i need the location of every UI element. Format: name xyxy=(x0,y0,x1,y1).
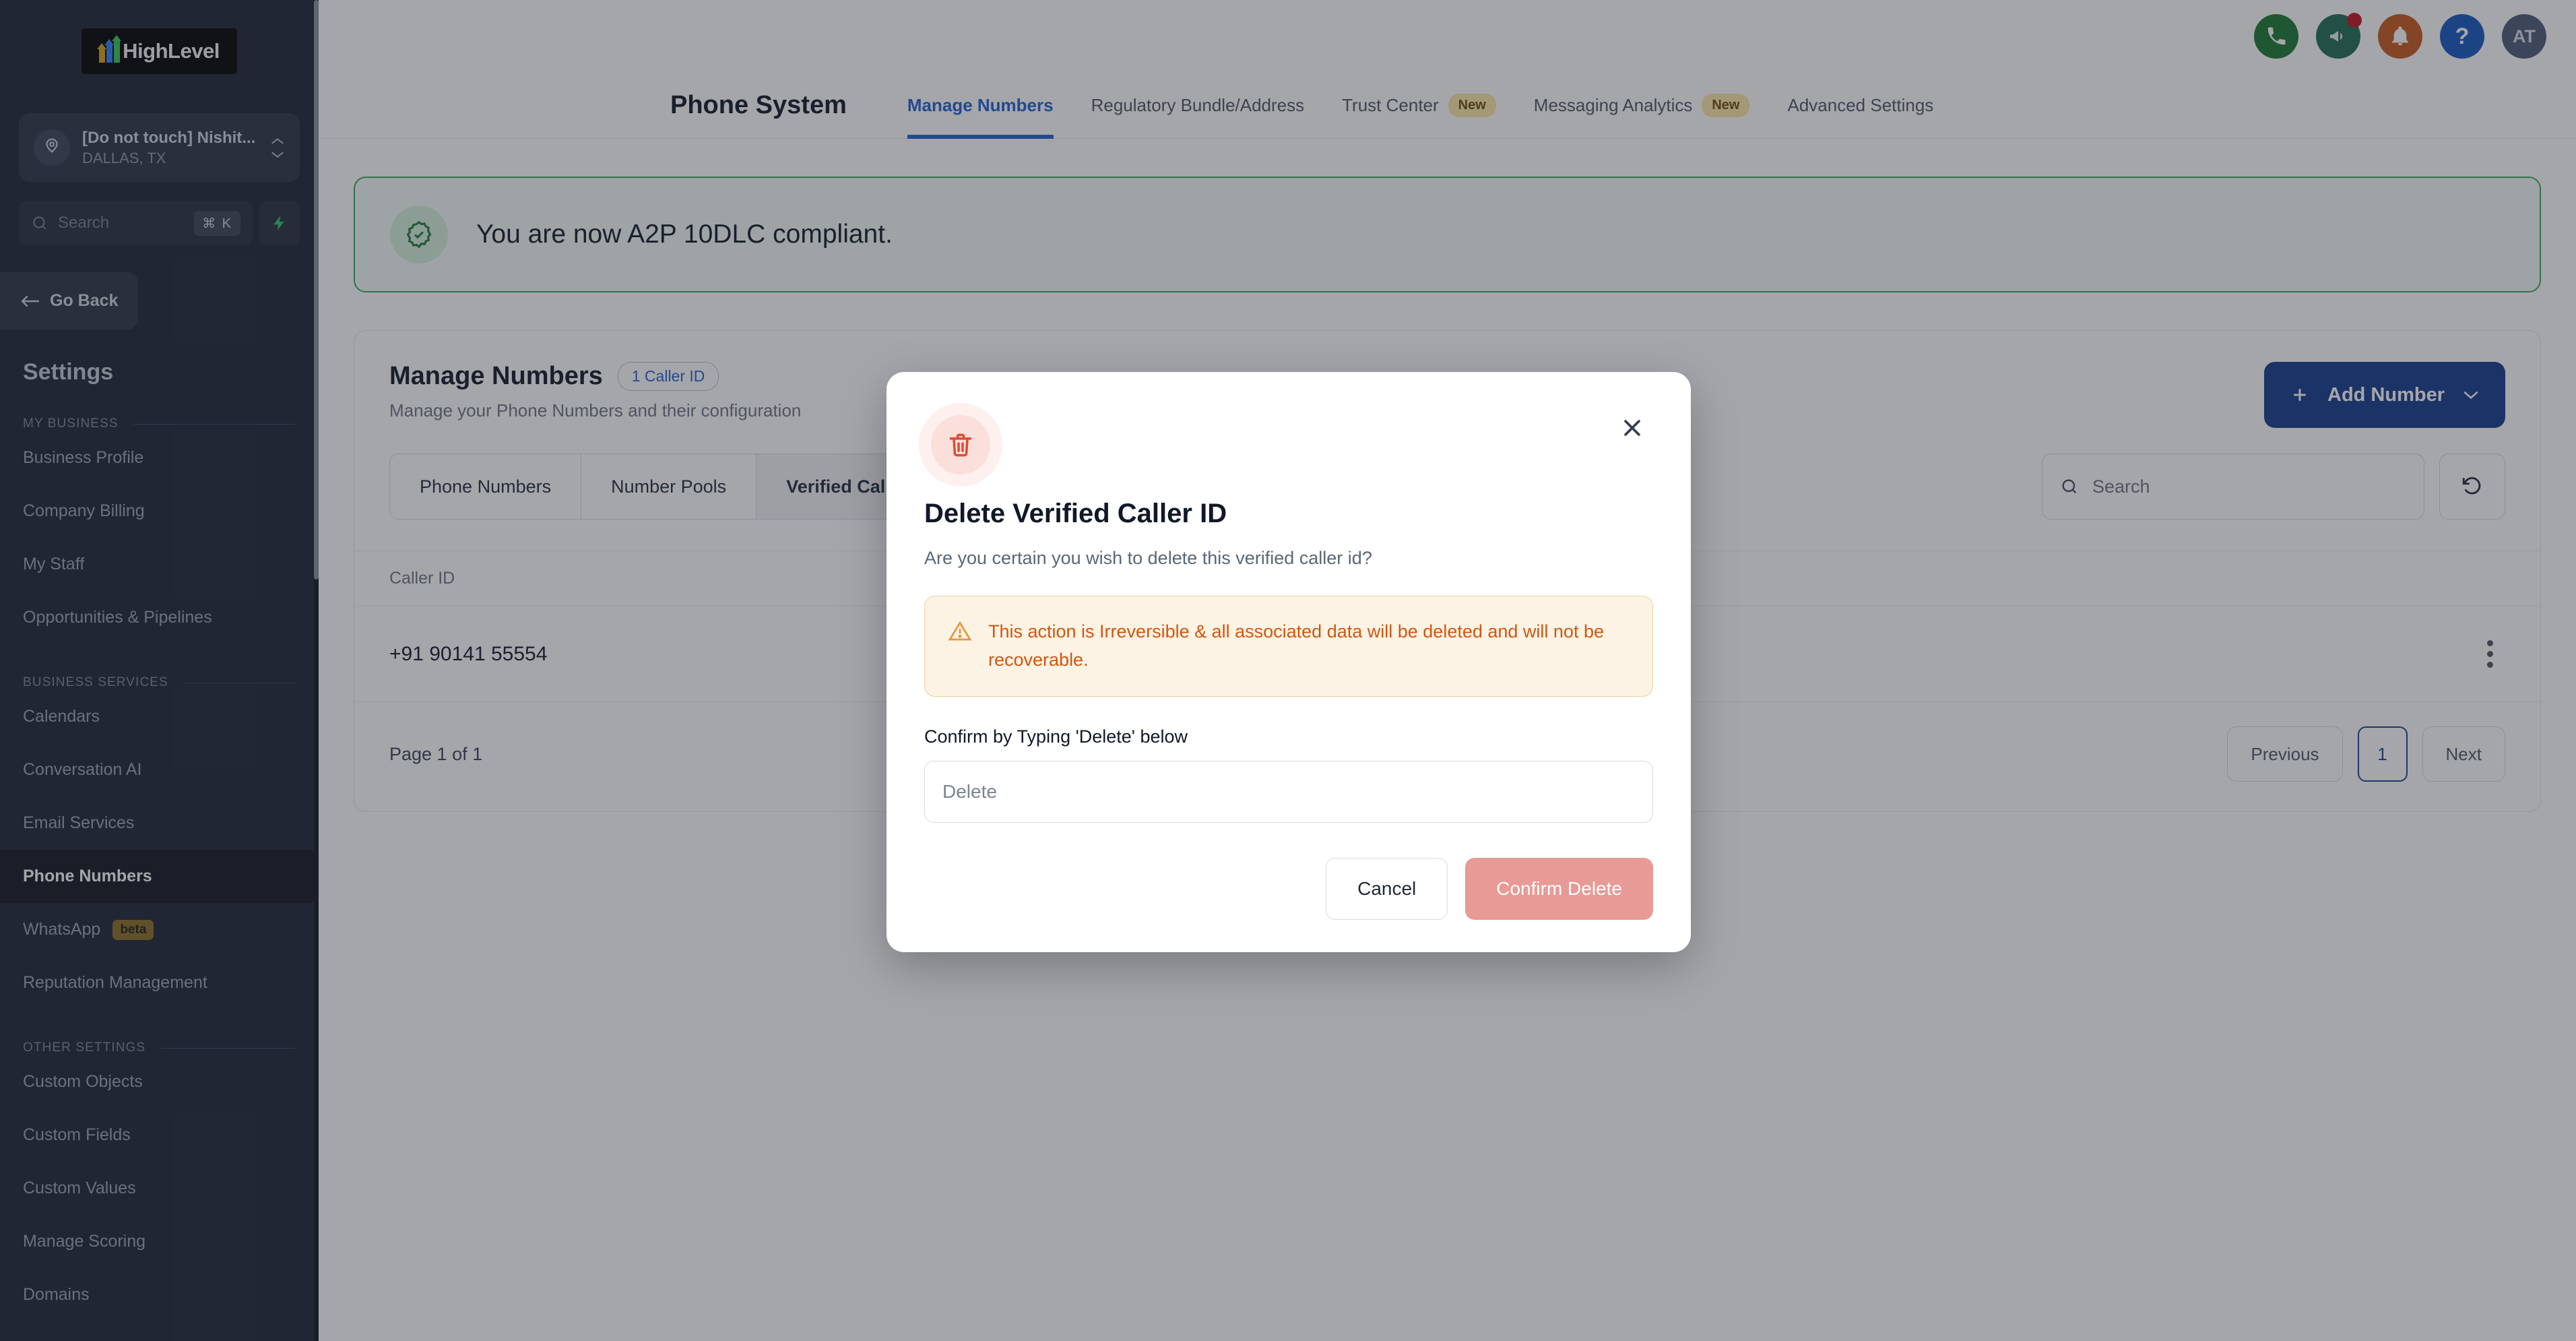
warning-triangle-icon xyxy=(948,621,972,641)
cancel-button[interactable]: Cancel xyxy=(1326,857,1448,920)
trash-icon xyxy=(949,433,972,457)
warning-text: This action is Irreversible & all associ… xyxy=(988,621,1604,670)
modal-title: Delete Verified Caller ID xyxy=(924,499,1227,528)
delete-confirm-input[interactable]: Delete xyxy=(924,760,1653,823)
delete-caller-id-modal: Delete Verified Caller ID Are you certai… xyxy=(887,372,1691,952)
irreversible-warning: This action is Irreversible & all associ… xyxy=(924,596,1653,697)
close-icon xyxy=(1624,420,1640,436)
close-button[interactable] xyxy=(1611,407,1653,452)
trash-icon-badge xyxy=(919,403,1002,487)
confirm-delete-button[interactable]: Confirm Delete xyxy=(1465,857,1653,920)
modal-subtitle: Are you certain you wish to delete this … xyxy=(924,548,1372,568)
app-root: HighLevel [Do not touch] Nishit... DALLA… xyxy=(0,0,2576,1341)
confirm-instruction-label: Confirm by Typing 'Delete' below xyxy=(924,726,1188,747)
delete-confirm-placeholder: Delete xyxy=(942,780,997,802)
